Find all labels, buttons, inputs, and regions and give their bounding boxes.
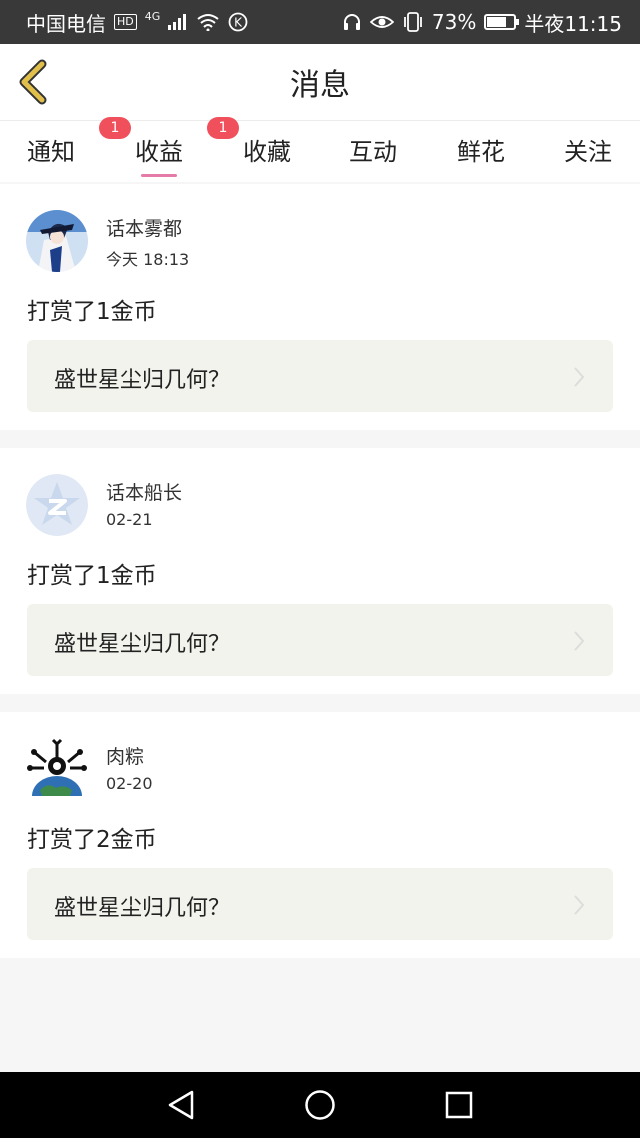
- vibrate-icon: [404, 12, 422, 32]
- message-card: 肉粽 02-20 打赏了2金币 盛世星尘归几何？: [0, 712, 640, 958]
- default-avatar-icon: [26, 474, 88, 536]
- tab-label: 鲜花: [457, 137, 505, 166]
- chevron-right-icon: [574, 895, 585, 915]
- page-title: 消息: [290, 68, 350, 103]
- book-link[interactable]: 盛世星尘归几何？: [27, 604, 613, 676]
- k-app-icon: K: [228, 12, 248, 32]
- book-link[interactable]: 盛世星尘归几何？: [27, 868, 613, 940]
- active-tab-indicator: [141, 174, 177, 177]
- timestamp: 今天 18:13: [106, 250, 190, 269]
- wifi-icon: [197, 14, 219, 31]
- eye-icon: [369, 16, 394, 28]
- chevron-right-icon: [574, 631, 585, 651]
- svg-text:K: K: [234, 16, 243, 30]
- circle-home-icon: [305, 1090, 335, 1120]
- avatar[interactable]: [26, 474, 88, 536]
- tab-label: 关注: [564, 137, 612, 166]
- book-title: 盛世星尘归几何？: [54, 632, 231, 657]
- globe-avatar-icon: [26, 738, 88, 800]
- tab-label: 互动: [349, 137, 397, 166]
- timestamp: 02-20: [106, 774, 153, 793]
- status-bar: 中国电信 HD 4G K 73% 半夜11:15: [0, 0, 640, 44]
- carrier-label: 中国电信: [26, 11, 106, 36]
- hd-icon: HD: [114, 14, 137, 30]
- network-label: 4G: [144, 9, 161, 23]
- username: 肉粽: [106, 746, 145, 768]
- book-title: 盛世星尘归几何？: [54, 896, 231, 921]
- clock: 半夜11:15: [524, 11, 622, 36]
- signal-icon: [168, 14, 187, 30]
- battery-percent: 73%: [431, 10, 477, 34]
- triangle-back-icon: [168, 1090, 194, 1120]
- message-text: 打赏了2金币: [27, 827, 157, 853]
- system-nav-bar: [0, 1072, 640, 1138]
- nav-recents-button[interactable]: [442, 1088, 476, 1122]
- username: 话本船长: [106, 482, 183, 504]
- square-recents-icon: [445, 1091, 473, 1119]
- anime-avatar-icon: [26, 210, 88, 272]
- tab-label: 收藏: [243, 137, 291, 166]
- nav-back-button[interactable]: [164, 1088, 198, 1122]
- battery-icon: [484, 14, 520, 30]
- book-title: 盛世星尘归几何？: [54, 368, 231, 393]
- tab-label: 通知: [27, 137, 75, 166]
- tab-label: 收益: [135, 137, 183, 166]
- tab-bar: 通知 1 收益 1 收藏 互动 鲜花 关注: [0, 117, 640, 183]
- header: 消息: [0, 44, 640, 120]
- username: 话本雾都: [106, 218, 183, 240]
- back-button[interactable]: [14, 58, 54, 106]
- chevron-right-icon: [574, 367, 585, 387]
- avatar[interactable]: [26, 210, 88, 272]
- tab-interactions[interactable]: 互动: [333, 121, 413, 183]
- avatar[interactable]: [26, 738, 88, 800]
- timestamp: 02-21: [106, 510, 153, 529]
- tab-flowers[interactable]: 鲜花: [441, 121, 521, 183]
- message-text: 打赏了1金币: [27, 299, 157, 325]
- tab-notifications[interactable]: 通知 1: [11, 117, 131, 183]
- tab-following[interactable]: 关注: [548, 121, 628, 183]
- chevron-left-icon: [19, 59, 47, 105]
- tab-favorites[interactable]: 收藏: [227, 121, 307, 183]
- headphones-icon: [343, 14, 360, 30]
- book-link[interactable]: 盛世星尘归几何？: [27, 340, 613, 412]
- message-card: 话本船长 02-21 打赏了1金币 盛世星尘归几何？: [0, 448, 640, 694]
- message-text: 打赏了1金币: [27, 563, 157, 589]
- message-card: 话本雾都 今天 18:13 打赏了1金币 盛世星尘归几何？: [0, 184, 640, 430]
- tab-earnings[interactable]: 收益 1: [119, 117, 239, 183]
- nav-home-button[interactable]: [303, 1088, 337, 1122]
